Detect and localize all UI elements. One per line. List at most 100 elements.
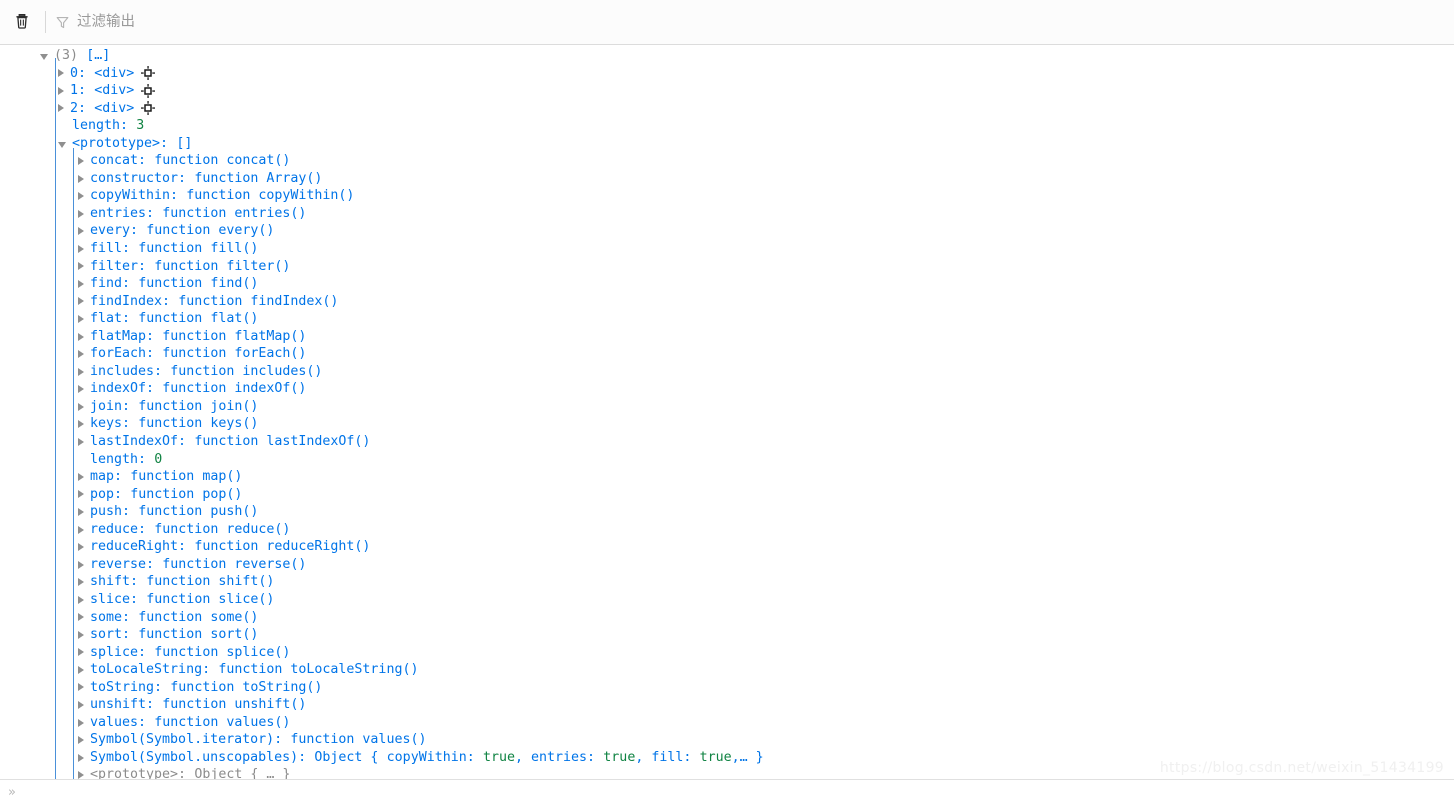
- expand-triangle-icon[interactable]: [78, 244, 84, 253]
- inner-prototype-expand-triangle-icon[interactable]: [78, 771, 84, 780]
- expand-triangle-icon[interactable]: [78, 753, 84, 762]
- prototype-property-row[interactable]: find: function find(): [0, 275, 1454, 293]
- expand-triangle-icon[interactable]: [78, 350, 84, 359]
- prototype-property-row[interactable]: entries: function entries(): [0, 205, 1454, 223]
- prototype-property-row[interactable]: toString: function toString(): [0, 679, 1454, 697]
- collapse-triangle-icon[interactable]: [40, 53, 48, 60]
- prototype-property-row[interactable]: flat: function flat(): [0, 310, 1454, 328]
- inspect-node-target-icon[interactable]: [141, 66, 156, 81]
- prototype-property-row[interactable]: flatMap: function flatMap(): [0, 328, 1454, 346]
- console-input-bar[interactable]: »: [0, 779, 1454, 805]
- prototype-property-row[interactable]: push: function push(): [0, 503, 1454, 521]
- expand-triangle-icon[interactable]: [78, 385, 84, 394]
- expand-triangle-icon[interactable]: [58, 86, 64, 95]
- unscopables-row[interactable]: Symbol(Symbol.unscopables): Object { cop…: [0, 749, 1454, 767]
- property-value: function concat(): [154, 153, 291, 169]
- prototype-property-row[interactable]: pop: function pop(): [0, 486, 1454, 504]
- prototype-property-row[interactable]: reverse: function reverse(): [0, 556, 1454, 574]
- prototype-property-row[interactable]: every: function every(): [0, 222, 1454, 240]
- expand-triangle-icon[interactable]: [78, 507, 84, 516]
- prototype-header-row[interactable]: <prototype>: []: [0, 135, 1454, 153]
- expand-triangle-icon[interactable]: [78, 262, 84, 271]
- property-value: function values(): [290, 732, 427, 748]
- expand-triangle-icon[interactable]: [78, 314, 84, 323]
- expand-triangle-icon[interactable]: [78, 279, 84, 288]
- property-value: 0: [154, 451, 163, 467]
- property-key: some:: [90, 609, 131, 625]
- prototype-property-row[interactable]: findIndex: function findIndex(): [0, 293, 1454, 311]
- array-item-row[interactable]: 2: <div>: [0, 100, 1454, 118]
- expand-triangle-icon[interactable]: [58, 104, 64, 113]
- prototype-property-row[interactable]: constructor: function Array(): [0, 170, 1454, 188]
- expand-triangle-icon[interactable]: [78, 367, 84, 376]
- expand-triangle-icon[interactable]: [78, 683, 84, 692]
- property-value: function copyWithin(): [186, 188, 355, 204]
- array-item-row[interactable]: 1: <div>: [0, 82, 1454, 100]
- prototype-property-row[interactable]: reduce: function reduce(): [0, 521, 1454, 539]
- prototype-property-row[interactable]: some: function some(): [0, 609, 1454, 627]
- expand-triangle-icon[interactable]: [78, 157, 84, 166]
- prototype-property-row[interactable]: shift: function shift(): [0, 573, 1454, 591]
- inspect-node-target-icon[interactable]: [141, 83, 156, 98]
- prototype-property-row[interactable]: slice: function slice(): [0, 591, 1454, 609]
- expand-triangle-icon[interactable]: [78, 209, 84, 218]
- prototype-property-row[interactable]: copyWithin: function copyWithin(): [0, 187, 1454, 205]
- expand-triangle-icon[interactable]: [78, 174, 84, 183]
- expand-triangle-icon[interactable]: [78, 490, 84, 499]
- prototype-property-row[interactable]: concat: function concat(): [0, 152, 1454, 170]
- prototype-property-row[interactable]: sort: function sort(): [0, 626, 1454, 644]
- array-root-row[interactable]: (3) […]: [0, 47, 1454, 65]
- prototype-property-row[interactable]: splice: function splice(): [0, 644, 1454, 662]
- prototype-property-row[interactable]: unshift: function unshift(): [0, 696, 1454, 714]
- prototype-property-row[interactable]: values: function values(): [0, 714, 1454, 732]
- clear-console-button[interactable]: [8, 8, 36, 36]
- console-output[interactable]: (3) […] 0: <div> 1: <div> 2: <div> length: 3 …: [0, 45, 1454, 804]
- expand-triangle-icon[interactable]: [78, 578, 84, 587]
- property-key: reverse:: [90, 556, 155, 572]
- expand-triangle-icon[interactable]: [78, 613, 84, 622]
- prototype-property-row[interactable]: join: function join(): [0, 398, 1454, 416]
- prototype-property-row[interactable]: toLocaleString: function toLocaleString(): [0, 661, 1454, 679]
- prototype-property-row[interactable]: fill: function fill(): [0, 240, 1454, 258]
- prototype-property-row[interactable]: keys: function keys(): [0, 415, 1454, 433]
- expand-triangle-icon[interactable]: [78, 648, 84, 657]
- property-key: unshift:: [90, 697, 155, 713]
- expand-triangle-icon[interactable]: [78, 543, 84, 552]
- prototype-property-row[interactable]: forEach: function forEach(): [0, 345, 1454, 363]
- expand-triangle-icon[interactable]: [78, 332, 84, 341]
- expand-triangle-icon[interactable]: [78, 718, 84, 727]
- expand-triangle-icon[interactable]: [78, 595, 84, 604]
- inspect-node-target-icon[interactable]: [141, 101, 156, 116]
- filter-field-wrapper[interactable]: [55, 8, 1454, 36]
- property-value: function toLocaleString(): [218, 662, 419, 678]
- property-value: function splice(): [154, 644, 291, 660]
- expand-triangle-icon[interactable]: [78, 630, 84, 639]
- expand-triangle-icon[interactable]: [78, 665, 84, 674]
- expand-triangle-icon[interactable]: [78, 525, 84, 534]
- prototype-property-row[interactable]: indexOf: function indexOf(): [0, 380, 1454, 398]
- expand-triangle-icon[interactable]: [78, 227, 84, 236]
- expand-triangle-icon[interactable]: [78, 297, 84, 306]
- prototype-property-row[interactable]: reduceRight: function reduceRight(): [0, 538, 1454, 556]
- expand-triangle-icon[interactable]: [78, 736, 84, 745]
- prototype-collapse-triangle-icon[interactable]: [58, 141, 66, 148]
- expand-triangle-icon[interactable]: [78, 701, 84, 709]
- expand-triangle-icon[interactable]: [78, 472, 84, 481]
- expand-triangle-icon[interactable]: [78, 437, 84, 446]
- expand-triangle-icon[interactable]: [78, 420, 84, 429]
- expand-triangle-icon[interactable]: [58, 69, 64, 78]
- property-key: forEach:: [90, 346, 155, 362]
- expand-triangle-icon[interactable]: [78, 560, 84, 569]
- prototype-property-row[interactable]: Symbol(Symbol.iterator): function values(…: [0, 731, 1454, 749]
- toolbar-separator: [45, 11, 46, 33]
- prototype-property-row[interactable]: filter: function filter(): [0, 258, 1454, 276]
- property-key: copyWithin:: [90, 188, 179, 204]
- filter-input[interactable]: [77, 9, 597, 35]
- prototype-property-row[interactable]: map: function map(): [0, 468, 1454, 486]
- array-item-row[interactable]: 0: <div>: [0, 65, 1454, 83]
- expand-triangle-icon[interactable]: [78, 402, 84, 411]
- expand-triangle-icon[interactable]: [78, 192, 84, 201]
- prototype-property-row[interactable]: includes: function includes(): [0, 363, 1454, 381]
- prototype-property-row[interactable]: lastIndexOf: function lastIndexOf(): [0, 433, 1454, 451]
- property-key: join:: [90, 398, 131, 414]
